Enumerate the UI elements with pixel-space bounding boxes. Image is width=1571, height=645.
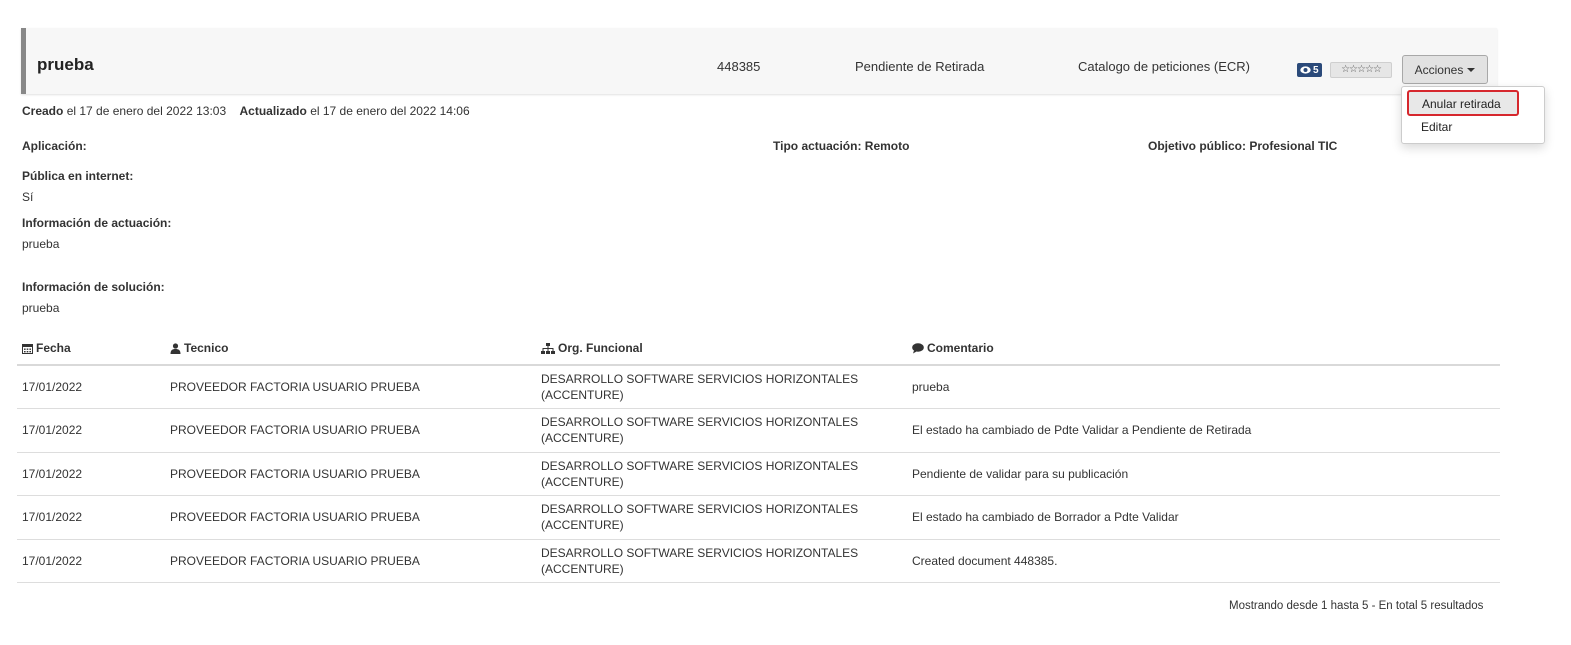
cell-comentario: El estado ha cambiado de Pdte Validar a …	[907, 408, 1500, 453]
column-header-org[interactable]: Org. Funcional	[536, 334, 907, 366]
column-header-comentario-label: Comentario	[927, 341, 994, 355]
sitemap-icon	[541, 343, 555, 357]
eye-icon	[1300, 66, 1311, 74]
rating-stars[interactable]: ☆☆☆☆☆	[1330, 62, 1392, 78]
cell-org: DESARROLLO SOFTWARE SERVICIOS HORIZONTAL…	[536, 365, 907, 409]
cell-fecha: 17/01/2022	[17, 539, 165, 583]
cell-fecha: 17/01/2022	[17, 408, 165, 453]
cell-tecnico: PROVEEDOR FACTORIA USUARIO PRUEBA	[165, 539, 536, 583]
cell-tecnico: PROVEEDOR FACTORIA USUARIO PRUEBA	[165, 495, 536, 540]
menu-item-editar[interactable]: Editar	[1402, 120, 1544, 134]
info-actuacion-value: prueba	[22, 237, 60, 251]
table-row: 17/01/2022 PROVEEDOR FACTORIA USUARIO PR…	[17, 452, 1500, 496]
info-solucion-label: Información de solución:	[22, 280, 165, 294]
column-header-tecnico[interactable]: Tecnico	[165, 334, 536, 366]
column-header-fecha[interactable]: Fecha	[17, 334, 165, 366]
document-id: 448385	[717, 59, 761, 74]
document-header: prueba 448385 Pendiente de Retirada Cata…	[21, 28, 1497, 94]
menu-item-anular-retirada[interactable]: Anular retirada	[1407, 90, 1519, 116]
created-value: el 17 de enero del 2022 13:03	[66, 104, 227, 118]
catalog-name: Catalogo de peticiones (ECR)	[1078, 59, 1250, 74]
publica-internet-value: Sí	[22, 190, 34, 204]
cell-org: DESARROLLO SOFTWARE SERVICIOS HORIZONTAL…	[536, 408, 907, 453]
cell-org: DESARROLLO SOFTWARE SERVICIOS HORIZONTAL…	[536, 539, 907, 583]
updated-label: Actualizado	[239, 104, 307, 118]
cell-tecnico: PROVEEDOR FACTORIA USUARIO PRUEBA	[165, 452, 536, 496]
actions-button-label: Acciones	[1414, 62, 1464, 77]
cell-org-text: DESARROLLO SOFTWARE SERVICIOS HORIZONTAL…	[541, 415, 859, 446]
page-title: prueba	[37, 55, 94, 74]
views-count: 5	[1313, 64, 1319, 76]
cell-fecha: 17/01/2022	[17, 452, 165, 496]
table-row: 17/01/2022 PROVEEDOR FACTORIA USUARIO PR…	[17, 408, 1500, 453]
info-actuacion-label: Información de actuación:	[22, 216, 172, 230]
cell-org: DESARROLLO SOFTWARE SERVICIOS HORIZONTAL…	[536, 495, 907, 540]
table-header-row: Fecha Tecnico Org. Funcional Comentario	[17, 334, 1500, 366]
cell-tecnico: PROVEEDOR FACTORIA USUARIO PRUEBA	[165, 365, 536, 409]
cell-org-text: DESARROLLO SOFTWARE SERVICIOS HORIZONTAL…	[541, 545, 859, 576]
cell-tecnico: PROVEEDOR FACTORIA USUARIO PRUEBA	[165, 408, 536, 453]
column-header-org-label: Org. Funcional	[558, 341, 643, 355]
created-label: Creado	[22, 104, 64, 118]
cell-comentario: Created document 448385.	[907, 539, 1500, 583]
user-icon	[170, 343, 181, 357]
cell-org-text: DESARROLLO SOFTWARE SERVICIOS HORIZONTAL…	[541, 458, 859, 489]
calendar-icon	[22, 343, 33, 357]
cell-comentario: Pendiente de validar para su publicación	[907, 452, 1500, 496]
table-row: 17/01/2022 PROVEEDOR FACTORIA USUARIO PR…	[17, 495, 1500, 540]
cell-comentario: prueba	[907, 365, 1500, 409]
results-count: Mostrando desde 1 hasta 5 - En total 5 r…	[1229, 600, 1484, 612]
actions-button[interactable]: Acciones	[1402, 55, 1488, 84]
created-updated-line: Creado el 17 de enero del 2022 13:03 Act…	[22, 104, 470, 118]
column-header-comentario[interactable]: Comentario	[907, 334, 1500, 366]
actions-dropdown-menu: Anular retirada Editar	[1401, 86, 1545, 144]
publica-internet-label: Pública en internet:	[22, 169, 134, 183]
column-header-tecnico-label: Tecnico	[184, 341, 229, 355]
comment-icon	[912, 343, 924, 357]
cell-org-text: DESARROLLO SOFTWARE SERVICIOS HORIZONTAL…	[541, 502, 859, 533]
tipo-actuacion: Tipo actuación: Remoto	[773, 139, 910, 153]
info-solucion-value: prueba	[22, 301, 60, 315]
table-row: 17/01/2022 PROVEEDOR FACTORIA USUARIO PR…	[17, 365, 1500, 409]
cell-comentario: El estado ha cambiado de Borrador a Pdte…	[907, 495, 1500, 540]
cell-org-text: DESARROLLO SOFTWARE SERVICIOS HORIZONTAL…	[541, 372, 859, 402]
cell-org: DESARROLLO SOFTWARE SERVICIOS HORIZONTAL…	[536, 452, 907, 496]
updated-value: el 17 de enero del 2022 14:06	[310, 104, 470, 118]
aplicacion-label: Aplicación:	[22, 139, 87, 153]
status-text: Pendiente de Retirada	[855, 59, 985, 74]
history-table: Fecha Tecnico Org. Funcional Comentario …	[17, 334, 1500, 583]
views-badge: 5	[1297, 63, 1322, 77]
objetivo-publico: Objetivo público: Profesional TIC	[1148, 139, 1338, 153]
column-header-fecha-label: Fecha	[36, 341, 71, 355]
cell-fecha: 17/01/2022	[17, 365, 165, 409]
cell-fecha: 17/01/2022	[17, 495, 165, 540]
table-row: 17/01/2022 PROVEEDOR FACTORIA USUARIO PR…	[17, 539, 1500, 583]
caret-down-icon	[1467, 67, 1476, 72]
